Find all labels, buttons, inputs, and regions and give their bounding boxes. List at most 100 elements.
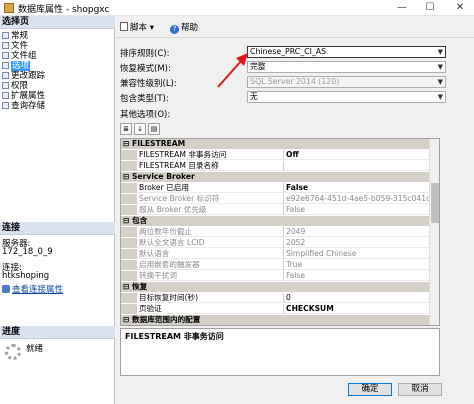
recovery-model-select[interactable]: 完整 ▼ xyxy=(247,61,446,73)
nav-item-6[interactable]: 扩展属性 xyxy=(0,91,45,101)
nav-item-4[interactable]: 更改跟踪 xyxy=(0,71,45,81)
property-name: 转换干扰词 xyxy=(139,271,177,280)
connection-header: 连接 xyxy=(0,222,115,235)
recovery-model-value: 完整 xyxy=(250,62,266,71)
other-options-label: 其他选项(O): xyxy=(120,110,171,120)
grid-property-row[interactable]: FILESTREAM 非事务访问 Off xyxy=(121,150,439,160)
chevron-down-icon: ▼ xyxy=(437,93,443,101)
property-description: FILESTREAM 非事务访问 xyxy=(120,328,440,376)
nav-item-1[interactable]: 文件 xyxy=(0,41,28,51)
grid-gutter xyxy=(121,227,137,237)
grid-property-row[interactable]: 启用嵌套的触发器 True xyxy=(121,260,439,270)
grid-gutter xyxy=(121,161,137,171)
help-button[interactable]: ? 帮助 xyxy=(170,21,198,34)
grid-category[interactable]: ⊟ 包含 xyxy=(121,216,439,226)
property-value[interactable]: CHECKSUM xyxy=(283,304,439,314)
maximize-button[interactable]: ☐ xyxy=(416,0,444,16)
grid-gutter xyxy=(121,271,137,281)
window-title: 数据库属性 - shopgxc xyxy=(18,5,110,15)
property-name: 目标恢复时间(秒) xyxy=(139,293,199,302)
property-value[interactable]: Simplified Chinese xyxy=(283,249,439,259)
database-icon xyxy=(4,3,14,13)
chevron-down-icon: ▼ xyxy=(437,48,443,56)
cancel-button[interactable]: 取消 xyxy=(398,383,442,396)
property-pages-icon[interactable]: ▤ xyxy=(148,123,160,135)
grid-property-row[interactable]: FILESTREAM 目录名称 xyxy=(121,161,439,171)
grid-gutter xyxy=(121,293,137,303)
categorized-sort-icon[interactable]: ≣ xyxy=(120,123,132,135)
containment-type-select[interactable]: 无 ▼ xyxy=(247,91,446,103)
minimize-button[interactable]: — xyxy=(388,0,416,16)
compatibility-level-select[interactable]: SQL Server 2014 (120) ▼ xyxy=(247,76,446,88)
server-value: 172_18_0_9 xyxy=(2,247,53,257)
collapse-icon[interactable]: ⊟ xyxy=(123,139,132,148)
property-name: 默认语言 xyxy=(139,249,170,258)
alphabetical-sort-icon[interactable]: ↓ xyxy=(134,123,146,135)
compatibility-level-label: 兼容性级别(L): xyxy=(120,79,177,89)
collapse-icon[interactable]: ⊟ xyxy=(123,216,132,225)
grid-property-row[interactable]: 转换干扰词 False xyxy=(121,271,439,281)
script-button[interactable]: 脚本 ▾ xyxy=(120,21,154,33)
nav-item-label: 权限 xyxy=(11,81,29,91)
page-icon xyxy=(2,52,9,59)
property-value[interactable]: False xyxy=(283,271,439,281)
grid-property-row[interactable]: 默认全文语言 LCID 2052 xyxy=(121,238,439,248)
grid-category[interactable]: ⊟ Service Broker xyxy=(121,172,439,182)
chevron-down-icon: ▼ xyxy=(437,63,443,71)
grid-gutter xyxy=(121,260,137,270)
grid-gutter xyxy=(121,194,137,204)
nav-item-2[interactable]: 文件组 xyxy=(0,51,37,61)
page-icon xyxy=(2,62,9,69)
progress-spinner-icon xyxy=(5,344,21,360)
property-value[interactable]: Off xyxy=(283,150,439,160)
page-icon xyxy=(2,32,9,39)
collation-select[interactable]: Chinese_PRC_CI_AS ▼ xyxy=(247,46,446,58)
ok-button[interactable]: 确定 xyxy=(348,383,392,396)
grid-toolbar: ≣ ↓ ▤ xyxy=(120,123,162,137)
collation-label: 排序规则(C): xyxy=(120,49,170,59)
nav-item-label: 选项 xyxy=(11,61,31,71)
view-connection-properties-link[interactable]: 查看连接属性 xyxy=(2,283,63,295)
grid-gutter xyxy=(121,238,137,248)
property-value[interactable]: 0 xyxy=(283,293,439,303)
grid-category[interactable]: ⊟ 数据库范围内的配置 xyxy=(121,315,439,325)
property-value[interactable]: 2052 xyxy=(283,238,439,248)
property-name: 默认全文语言 LCID xyxy=(139,238,205,247)
property-value[interactable]: True xyxy=(283,260,439,270)
nav-item-label: 更改跟踪 xyxy=(11,71,46,81)
script-dropdown-arrow[interactable]: ▾ xyxy=(150,23,154,33)
page-icon xyxy=(2,72,9,79)
containment-type-label: 包含类型(T): xyxy=(120,94,169,104)
grid-property-row[interactable]: 默认语言 Simplified Chinese xyxy=(121,249,439,259)
view-connection-properties-label: 查看连接属性 xyxy=(12,285,64,295)
grid-property-row[interactable]: 两位数年份截止 2049 xyxy=(121,227,439,237)
property-value[interactable]: False xyxy=(283,205,439,215)
property-grid-scrollbar[interactable] xyxy=(429,139,439,325)
nav-item-5[interactable]: 权限 xyxy=(0,81,28,91)
grid-property-row[interactable]: 页验证 CHECKSUM xyxy=(121,304,439,314)
property-value[interactable] xyxy=(283,161,439,171)
collapse-icon[interactable]: ⊟ xyxy=(123,172,132,181)
property-name: 页验证 xyxy=(139,304,162,313)
property-value[interactable]: e92e6764-451d-4ae5-b059-315c041cd706 xyxy=(283,194,439,204)
collapse-icon[interactable]: ⊟ xyxy=(123,282,132,291)
nav-item-0[interactable]: 常规 xyxy=(0,31,28,41)
close-button[interactable]: ✕ xyxy=(446,0,474,16)
nav-item-3[interactable]: 选项 xyxy=(0,61,31,71)
connection-value: htkshoping xyxy=(2,271,50,281)
grid-property-row[interactable]: Service Broker 标识符 e92e6764-451d-4ae5-b05… xyxy=(121,194,439,204)
grid-category[interactable]: ⊟ 恢复 xyxy=(121,282,439,292)
property-value[interactable]: 2049 xyxy=(283,227,439,237)
grid-property-row[interactable]: 服从 Broker 优先级 False xyxy=(121,205,439,215)
grid-property-row[interactable]: 目标恢复时间(秒) 0 xyxy=(121,293,439,303)
collapse-icon[interactable]: ⊟ xyxy=(123,315,132,324)
scrollbar-thumb[interactable] xyxy=(431,183,439,223)
grid-property-row[interactable]: Broker 已启用 False xyxy=(121,183,439,193)
grid-category[interactable]: ⊟ FILESTREAM xyxy=(121,139,439,149)
property-value[interactable]: False xyxy=(283,183,439,193)
nav-item-label: 文件 xyxy=(11,41,29,51)
description-title: FILESTREAM 非事务访问 xyxy=(125,332,224,341)
toolbar: 脚本 ▾ ? 帮助 xyxy=(116,16,474,38)
nav-item-7[interactable]: 查询存储 xyxy=(0,101,45,111)
compatibility-level-value: SQL Server 2014 (120) xyxy=(250,77,340,86)
